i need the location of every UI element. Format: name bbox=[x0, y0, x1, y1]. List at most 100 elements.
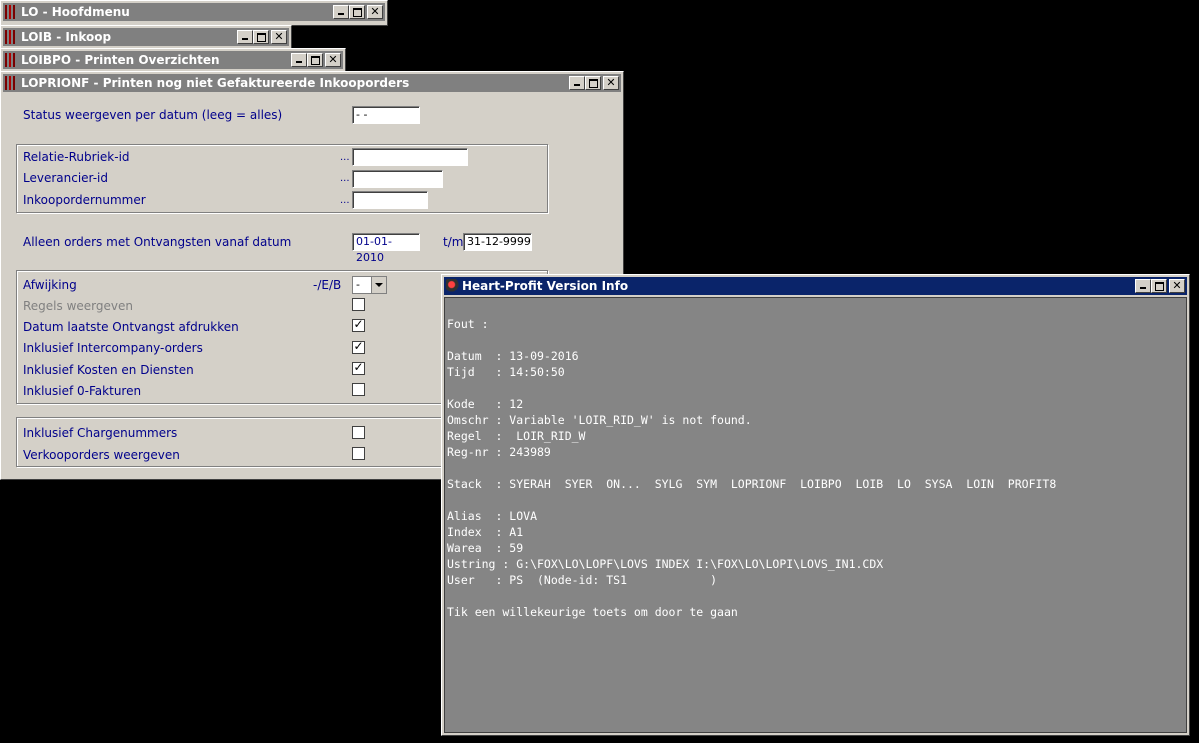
charge-label: Inklusief Chargenummers bbox=[23, 426, 178, 440]
datum-laatste-label: Datum laatste Ontvangst afdrukken bbox=[23, 320, 239, 334]
console-line: Tijd : 14:50:50 bbox=[447, 365, 565, 379]
app-icon bbox=[5, 76, 18, 90]
close-button[interactable]: ✕ bbox=[325, 53, 341, 67]
leverancier-lookup-dots[interactable]: ... bbox=[340, 173, 350, 184]
console-line: Omschr : Variable 'LOIR_RID_W' is not fo… bbox=[447, 413, 752, 427]
kosten-checkbox[interactable]: ✓ bbox=[352, 360, 365, 375]
close-icon: ✕ bbox=[274, 30, 284, 43]
minimize-button[interactable] bbox=[291, 53, 307, 67]
intercompany-checkbox[interactable]: ✓ bbox=[352, 339, 365, 354]
app-icon bbox=[5, 30, 18, 44]
leverancier-label: Leverancier-id bbox=[23, 171, 108, 185]
regels-label: Regels weergeven bbox=[23, 299, 133, 313]
maximize-icon bbox=[257, 33, 266, 42]
maximize-button[interactable] bbox=[349, 5, 365, 19]
maximize-icon bbox=[589, 79, 598, 88]
minimize-icon bbox=[242, 38, 248, 40]
verkoop-checkbox[interactable] bbox=[352, 447, 365, 460]
ontvangst-label: Alleen orders met Ontvangsten vanaf datu… bbox=[23, 235, 292, 249]
afwijking-value: - bbox=[356, 278, 360, 291]
titlebar-loib[interactable]: LOIB - Inkoop ✕ bbox=[3, 28, 289, 46]
inkooporder-input[interactable] bbox=[352, 191, 428, 209]
window-lo-hoofdmenu: LO - Hoofdmenu ✕ bbox=[0, 0, 388, 26]
console-line: Tik een willekeurige toets om door te ga… bbox=[447, 605, 738, 619]
status-date-input[interactable]: - - bbox=[352, 106, 420, 124]
close-button[interactable]: ✕ bbox=[271, 30, 287, 44]
titlebar-version-info[interactable]: Heart-Profit Version Info ✕ bbox=[444, 277, 1187, 295]
console-line: Alias : LOVA bbox=[447, 509, 538, 523]
minimize-icon bbox=[296, 61, 302, 63]
console-line: Kode : 12 bbox=[447, 397, 524, 411]
relatie-label: Relatie-Rubriek-id bbox=[23, 150, 130, 164]
charge-checkbox[interactable] bbox=[352, 426, 365, 439]
console-line: Index : A1 bbox=[447, 525, 524, 539]
close-icon: ✕ bbox=[606, 76, 616, 89]
dropdown-arrow-button[interactable] bbox=[371, 277, 386, 293]
console-line: Regel : LOIR_RID_W bbox=[447, 429, 586, 443]
console-line: Stack : SYERAH SYER ON... SYLG SYM LOPRI… bbox=[447, 477, 1057, 491]
check-icon: ✓ bbox=[353, 339, 364, 353]
close-button[interactable]: ✕ bbox=[1169, 279, 1185, 293]
kosten-label: Inklusief Kosten en Diensten bbox=[23, 363, 194, 377]
app-icon bbox=[5, 53, 18, 67]
minimize-button[interactable] bbox=[333, 5, 349, 19]
close-icon: ✕ bbox=[328, 53, 338, 66]
date-to-input[interactable]: 31-12-9999 bbox=[463, 233, 532, 251]
window-title: LOIB - Inkoop bbox=[21, 30, 112, 44]
console-line: Reg-nr : 243989 bbox=[447, 445, 551, 459]
nulfakturen-checkbox[interactable] bbox=[352, 383, 365, 396]
window-title: LO - Hoofdmenu bbox=[21, 5, 130, 19]
maximize-button[interactable] bbox=[307, 53, 323, 67]
leverancier-input[interactable] bbox=[352, 170, 443, 188]
titlebar-loprionf[interactable]: LOPRIONF - Printen nog niet Gefaktureerd… bbox=[3, 74, 621, 92]
error-console: Fout : Datum : 13-09-2016 Tijd : 14:50:50… bbox=[444, 297, 1187, 733]
minimize-icon bbox=[574, 84, 580, 86]
close-button[interactable]: ✕ bbox=[603, 76, 619, 90]
maximize-icon bbox=[1155, 282, 1164, 291]
window-loib-inkoop: LOIB - Inkoop ✕ bbox=[0, 25, 292, 49]
minimize-icon bbox=[338, 13, 344, 15]
console-line: Fout : bbox=[447, 317, 489, 331]
console-line: Warea : 59 bbox=[447, 541, 524, 555]
maximize-button[interactable] bbox=[1151, 279, 1167, 293]
maximize-icon bbox=[353, 8, 362, 17]
console-line: Datum : 13-09-2016 bbox=[447, 349, 579, 363]
regels-checkbox[interactable] bbox=[352, 298, 365, 311]
version-info-window: Heart-Profit Version Info ✕ Fout : Datum… bbox=[441, 274, 1190, 736]
maximize-button[interactable] bbox=[253, 30, 269, 44]
console-line: User : PS (Node-id: TS1 ) bbox=[447, 573, 718, 587]
console-line: Ustring : G:\FOX\LO\LOPF\LOVS INDEX I:\F… bbox=[447, 557, 884, 571]
titlebar-lo[interactable]: LO - Hoofdmenu ✕ bbox=[3, 3, 385, 21]
error-text: Fout : Datum : 13-09-2016 Tijd : 14:50:50… bbox=[447, 316, 1056, 620]
close-icon: ✕ bbox=[1172, 279, 1182, 292]
window-title: Heart-Profit Version Info bbox=[462, 279, 629, 293]
minimize-button[interactable] bbox=[237, 30, 253, 44]
window-title: LOPRIONF - Printen nog niet Gefaktureerd… bbox=[21, 76, 410, 90]
tm-label: t/m bbox=[443, 235, 464, 249]
titlebar-loibpo[interactable]: LOIBPO - Printen Overzichten ✕ bbox=[3, 51, 343, 69]
datum-laatste-checkbox[interactable]: ✓ bbox=[352, 317, 365, 332]
afwijking-select[interactable]: - bbox=[352, 276, 387, 294]
close-button[interactable]: ✕ bbox=[367, 5, 383, 19]
minimize-button[interactable] bbox=[1135, 279, 1151, 293]
minimize-button[interactable] bbox=[569, 76, 585, 90]
window-loibpo: LOIBPO - Printen Overzichten ✕ bbox=[0, 48, 346, 72]
date-from-input[interactable]: 01-01-2010 bbox=[352, 233, 420, 264]
relatie-lookup-dots[interactable]: ... bbox=[340, 152, 350, 163]
check-icon: ✓ bbox=[353, 317, 364, 331]
intercompany-label: Inklusief Intercompany-orders bbox=[23, 341, 203, 355]
inkooporder-lookup-dots[interactable]: ... bbox=[340, 195, 350, 206]
relatie-input[interactable] bbox=[352, 148, 468, 166]
inkooporder-label: Inkoopordernummer bbox=[23, 193, 146, 207]
window-title: LOIBPO - Printen Overzichten bbox=[21, 53, 220, 67]
status-label: Status weergeven per datum (leeg = alles… bbox=[23, 108, 283, 122]
maximize-button[interactable] bbox=[585, 76, 601, 90]
heart-profit-icon bbox=[446, 279, 460, 293]
minimize-icon bbox=[1140, 287, 1146, 289]
app-icon bbox=[5, 5, 18, 19]
